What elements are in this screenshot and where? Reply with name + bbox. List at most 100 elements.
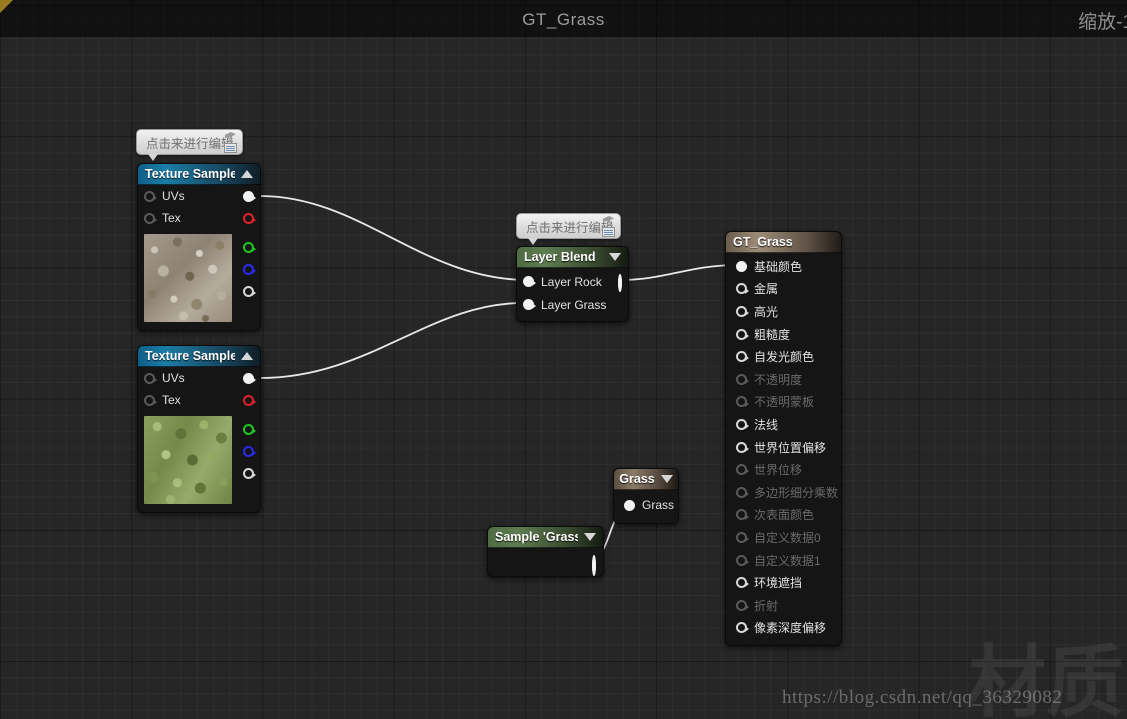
material-output-pin[interactable] — [736, 554, 749, 566]
output-pin-g[interactable] — [243, 424, 256, 435]
node-header-gt-grass[interactable]: GT_Grass — [726, 232, 841, 253]
node-layer-blend[interactable]: Layer Blend Layer Rock Layer Grass — [516, 246, 629, 322]
pin-row-layer-grass[interactable]: Layer Grass — [517, 293, 628, 316]
material-output-pin-row[interactable]: 不透明度 — [726, 368, 841, 391]
output-pin-r[interactable] — [243, 213, 256, 224]
output-pin-rgb[interactable] — [243, 191, 256, 202]
material-output-pin-row[interactable]: 自定义数据1 — [726, 549, 841, 572]
material-output-pin-row[interactable]: 粗糙度 — [726, 323, 841, 346]
material-output-pin[interactable] — [736, 577, 749, 589]
material-output-pin-row[interactable]: 自定义数据0 — [726, 526, 841, 549]
node-texture-sample-rock[interactable]: Texture Sample UVs Tex — [137, 163, 261, 331]
material-output-pin-row[interactable]: 高光 — [726, 300, 841, 323]
input-pin-grass[interactable] — [624, 499, 635, 511]
pin-row-uvs[interactable]: UVs — [138, 367, 260, 389]
pin-row-layer-rock[interactable]: Layer Rock — [517, 270, 628, 293]
material-output-pin[interactable] — [736, 305, 749, 317]
material-output-pin-row[interactable]: 折射 — [726, 594, 841, 617]
material-output-pin-row[interactable]: 不透明蒙板 — [726, 391, 841, 414]
triangle-up-icon[interactable] — [241, 352, 253, 360]
node-header-texture-sample-grass[interactable]: Texture Sample — [138, 346, 260, 367]
material-output-pin[interactable] — [736, 328, 749, 340]
output-pin-g-dot[interactable] — [243, 242, 256, 253]
output-pin-rgb-dot[interactable] — [243, 191, 256, 202]
pin-note-icon[interactable] — [600, 216, 617, 237]
output-pin-b-dot[interactable] — [243, 446, 256, 457]
output-pin-blend-dot[interactable] — [618, 274, 622, 292]
material-output-pin[interactable] — [736, 441, 749, 453]
material-output-pin-row[interactable]: 多边形细分乘数 — [726, 481, 841, 504]
triangle-up-icon[interactable] — [241, 170, 253, 178]
pin-note-icon[interactable] — [222, 132, 239, 153]
output-pin-rgb-dot[interactable] — [243, 373, 256, 384]
pin-label: 折射 — [754, 598, 779, 613]
triangle-down-icon[interactable] — [584, 533, 596, 541]
node-header-grass[interactable]: Grass — [614, 469, 678, 490]
node-body: Grass — [614, 490, 678, 523]
comment-bubble-rock[interactable]: 点击来进行编辑 — [136, 129, 243, 161]
material-output-pin-row[interactable]: 法线 — [726, 413, 841, 436]
output-pin-blend[interactable] — [618, 274, 622, 292]
output-pin-g[interactable] — [243, 242, 256, 253]
material-output-pin-row[interactable]: 金属 — [726, 278, 841, 301]
material-output-pin-row[interactable]: 世界位移 — [726, 458, 841, 481]
input-pin-uvs[interactable] — [144, 372, 157, 384]
material-output-pin-row[interactable]: 次表面颜色 — [726, 504, 841, 527]
output-pin-sample-grass[interactable] — [592, 555, 596, 576]
output-pin-b[interactable] — [243, 446, 256, 457]
pin-row-tex[interactable]: Tex — [138, 389, 260, 411]
node-sample-grass[interactable]: Sample 'Grass' — [487, 526, 604, 577]
input-pin-tex[interactable] — [144, 212, 157, 224]
pin-label: 自定义数据1 — [754, 553, 821, 568]
material-output-pin-row[interactable]: 基础颜色 — [726, 255, 841, 278]
node-body: UVs Tex — [138, 367, 260, 512]
material-output-pin[interactable] — [736, 260, 747, 272]
output-pin-rgb[interactable] — [243, 373, 256, 384]
material-output-pin-row[interactable]: 自发光颜色 — [726, 345, 841, 368]
comment-bubble-layer-blend[interactable]: 点击来进行编辑 — [516, 213, 621, 245]
node-material-output-gt-grass[interactable]: GT_Grass 基础颜色 金属 高光 粗糙度 自发光颜色 不透明度 不透明蒙板 法线 世界位置… — [725, 231, 842, 647]
node-header-sample-grass[interactable]: Sample 'Grass' — [488, 527, 603, 548]
material-output-pin[interactable] — [736, 351, 749, 363]
triangle-down-icon[interactable] — [660, 475, 673, 483]
input-pin-layer-rock[interactable] — [523, 276, 536, 287]
output-pin-g-dot[interactable] — [243, 424, 256, 435]
output-pin-r[interactable] — [243, 395, 256, 406]
material-output-pin[interactable] — [736, 486, 749, 498]
output-pin-r-dot[interactable] — [243, 213, 256, 224]
input-pin-tex[interactable] — [144, 394, 157, 406]
material-output-pin-row[interactable]: 环境遮挡 — [726, 571, 841, 594]
output-pin-sample-grass-dot[interactable] — [592, 555, 596, 576]
output-pin-b-dot[interactable] — [243, 264, 256, 275]
material-output-pin[interactable] — [736, 622, 749, 634]
output-pin-a[interactable] — [243, 468, 256, 479]
material-output-pin[interactable] — [736, 396, 749, 408]
pin-label: 自定义数据0 — [754, 530, 821, 545]
node-header-layer-blend[interactable]: Layer Blend — [517, 247, 628, 268]
material-output-pin[interactable] — [736, 464, 749, 476]
input-pin-uvs[interactable] — [144, 190, 157, 202]
material-output-pin[interactable] — [736, 509, 749, 521]
triangle-down-icon[interactable] — [609, 253, 621, 261]
material-output-pin[interactable] — [736, 531, 749, 543]
material-output-pin-row[interactable]: 像素深度偏移 — [726, 617, 841, 640]
material-output-pin[interactable] — [736, 599, 749, 611]
output-pin-r-dot[interactable] — [243, 395, 256, 406]
material-output-pin[interactable] — [736, 373, 749, 385]
output-pin-b[interactable] — [243, 264, 256, 275]
node-header-texture-sample-rock[interactable]: Texture Sample — [138, 164, 260, 185]
material-output-pin[interactable] — [736, 283, 749, 295]
material-graph-canvas[interactable]: GT_Grass 缩放-1 材质 https://blog.csdn.net/q… — [0, 0, 1127, 719]
input-pin-layer-grass[interactable] — [523, 299, 536, 310]
output-pin-a[interactable] — [243, 286, 256, 297]
pin-row-tex[interactable]: Tex — [138, 207, 260, 229]
pin-row-uvs[interactable]: UVs — [138, 185, 260, 207]
node-grass-layer[interactable]: Grass Grass — [613, 468, 679, 524]
pin-row-grass[interactable]: Grass — [614, 493, 678, 517]
output-pin-a-dot[interactable] — [243, 468, 256, 479]
material-output-pin[interactable] — [736, 418, 749, 430]
node-texture-sample-grass[interactable]: Texture Sample UVs Tex — [137, 345, 261, 513]
node-body: Layer Rock Layer Grass — [517, 268, 628, 321]
material-output-pin-row[interactable]: 世界位置偏移 — [726, 436, 841, 459]
output-pin-a-dot[interactable] — [243, 286, 256, 297]
